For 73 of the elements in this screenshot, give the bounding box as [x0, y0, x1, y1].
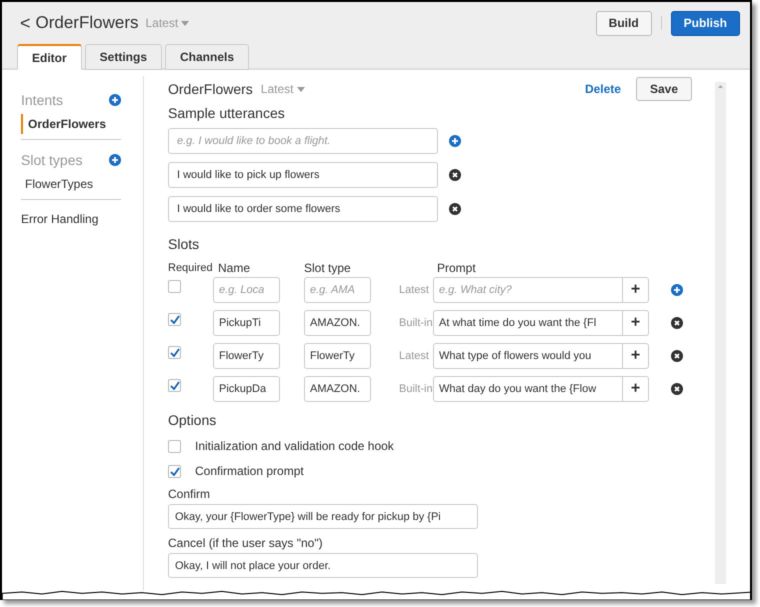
sidebar-heading: Intents [21, 90, 64, 110]
tab[interactable]: Editor [17, 44, 82, 70]
remove-icon[interactable] [671, 350, 683, 362]
column-header: Slot type [304, 261, 352, 276]
sidebar-item[interactable]: Error Handling [21, 210, 121, 228]
section-heading: Sample utterances [168, 104, 286, 123]
scrollbar[interactable] [715, 82, 726, 584]
sidebar-item[interactable]: FlowerTypes [21, 174, 121, 194]
version-label: Latest [398, 282, 430, 298]
add-icon[interactable] [109, 94, 121, 106]
section-heading: Slots [168, 235, 200, 254]
remove-icon[interactable] [671, 317, 683, 329]
intent-title: OrderFlowers [168, 80, 253, 98]
remove-icon[interactable] [671, 383, 683, 395]
remove-icon[interactable] [449, 203, 461, 215]
save-button[interactable]: Save [636, 77, 692, 101]
prompt-field[interactable]: e.g. What city? [433, 277, 623, 303]
section-heading: Options [168, 411, 218, 430]
version-label: Latest [398, 348, 430, 364]
prompt-field[interactable]: What type of flowers would you [433, 343, 623, 369]
caret-icon [181, 20, 190, 26]
prompt-add-button[interactable]: + [623, 376, 649, 402]
slot-type-field[interactable]: e.g. AMA [304, 277, 371, 303]
bot-title: OrderFlowers [36, 12, 138, 34]
delete-link[interactable]: Delete [584, 80, 621, 98]
add-icon[interactable] [109, 154, 121, 166]
add-icon[interactable] [449, 135, 461, 147]
checkbox[interactable] [168, 280, 181, 293]
prompt-add-button[interactable]: + [623, 343, 649, 369]
tab[interactable]: Settings [84, 44, 162, 70]
check-icon [170, 381, 180, 390]
checkbox[interactable] [168, 313, 181, 326]
check-icon [170, 315, 180, 324]
slot-name-field[interactable]: FlowerTy [213, 343, 280, 369]
option-label: Initialization and validation code hook [195, 438, 394, 455]
slot-name-field[interactable]: e.g. Loca [213, 277, 280, 303]
back-icon[interactable]: < [20, 14, 31, 32]
slot-type-field[interactable]: FlowerTy [304, 343, 371, 369]
checkbox[interactable] [168, 379, 181, 392]
slot-name-field[interactable]: PickupTi [213, 310, 280, 336]
field-label: Confirm [168, 486, 212, 503]
slot-name-field[interactable]: PickupDa [213, 376, 280, 402]
add-icon[interactable] [671, 284, 683, 296]
build-button[interactable]: Build [596, 10, 652, 36]
prompt-field[interactable]: What day do you want the {Flow [433, 376, 623, 402]
prompt-field[interactable]: At what time do you want the {Fl [433, 310, 623, 336]
sidebar-heading: Slot types [21, 150, 82, 170]
publish-button[interactable]: Publish [670, 10, 740, 36]
check-icon [170, 348, 180, 357]
check-icon [170, 466, 180, 476]
checkbox[interactable] [168, 440, 181, 452]
utterance-field[interactable]: e.g. I would like to book a flight. [168, 128, 438, 154]
caret-icon [296, 86, 304, 92]
message-field[interactable]: Okay, your {FlowerType} will be ready for pickup by {Pi [168, 504, 478, 529]
message-field[interactable]: Okay, I will not place your order. [168, 553, 478, 578]
option-label: Confirmation prompt [195, 463, 304, 480]
version-label: Built-in [398, 316, 433, 331]
field-label: Cancel (if the user says "no") [168, 535, 324, 552]
checkbox[interactable] [168, 346, 181, 359]
slot-type-field[interactable]: AMAZON. [304, 376, 371, 402]
column-header: Required [168, 261, 214, 276]
prompt-add-button[interactable]: + [623, 277, 649, 303]
prompt-add-button[interactable]: + [623, 310, 649, 336]
column-header: Prompt [437, 261, 476, 276]
version-label: Built-in [398, 382, 433, 397]
sidebar-item[interactable]: OrderFlowers [21, 114, 121, 134]
utterance-field[interactable]: I would like to pick up flowers [168, 162, 438, 188]
utterance-field[interactable]: I would like to order some flowers [168, 196, 438, 222]
slot-type-field[interactable]: AMAZON. [304, 310, 371, 336]
tab[interactable]: Channels [165, 44, 250, 70]
checkbox[interactable] [168, 464, 181, 478]
column-header: Name [218, 261, 252, 276]
remove-icon[interactable] [449, 169, 461, 181]
